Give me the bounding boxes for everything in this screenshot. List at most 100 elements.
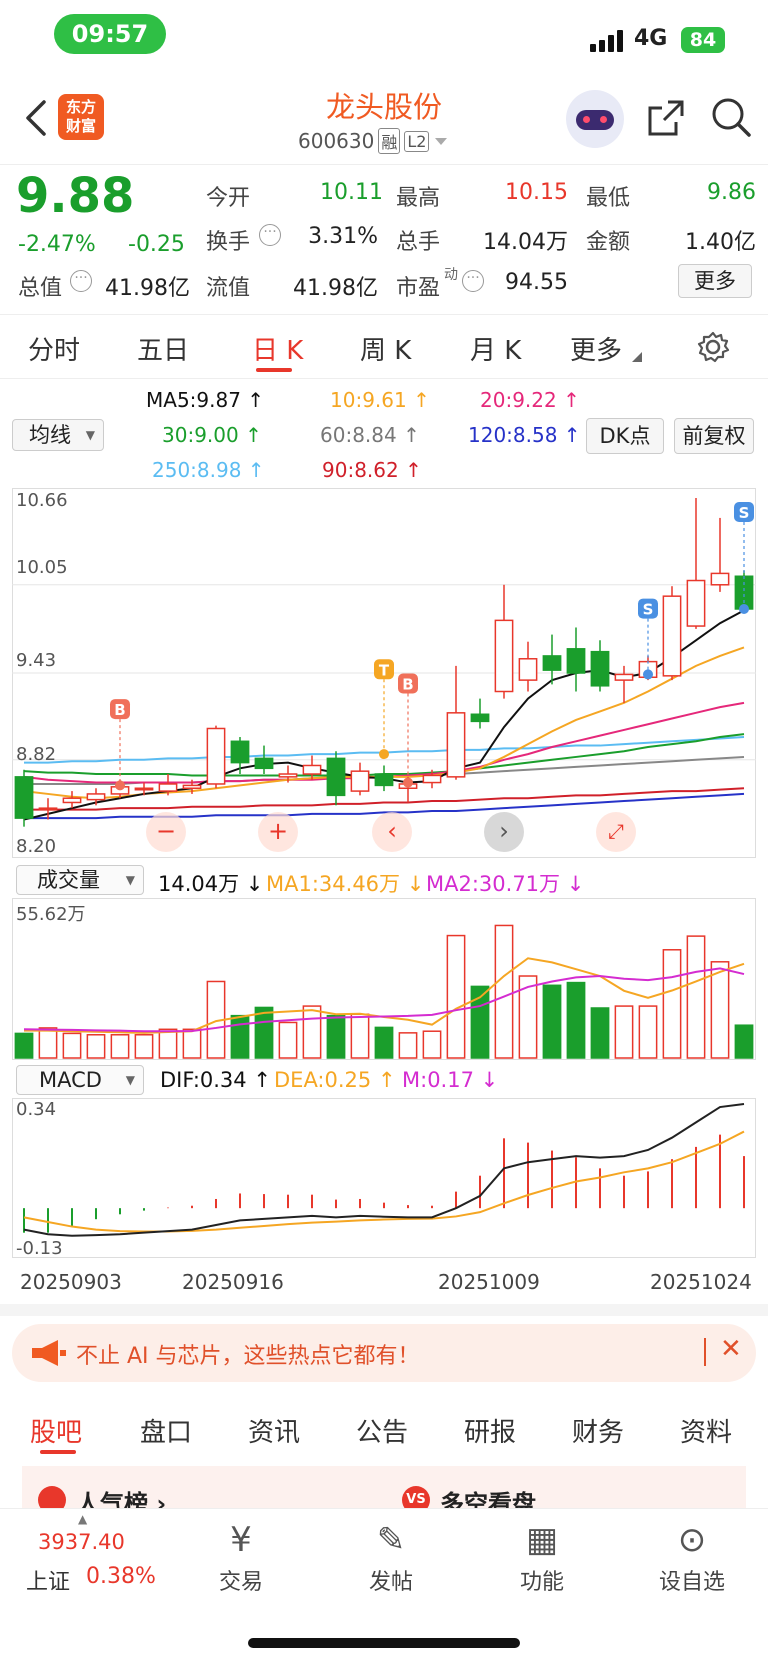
date-label: 20250916	[182, 1270, 284, 1294]
float-value: 41.98亿	[293, 276, 378, 301]
network-type: 4G	[634, 26, 668, 51]
high-value: 10.15	[505, 180, 568, 205]
volume-bar	[374, 1026, 394, 1059]
volume-bar	[446, 934, 466, 1059]
nav-post[interactable]: ✎ 发帖	[331, 1518, 451, 1596]
volume-ma2-line	[23, 967, 745, 1033]
stock-header: 东方 财富 龙头股份 600630 融 L2	[0, 80, 768, 164]
volume-bar	[350, 1013, 370, 1059]
chevron-left-icon[interactable]: ‹	[372, 812, 412, 852]
volume-current: 14.04万 ↓	[158, 872, 264, 896]
candle	[62, 797, 82, 804]
corner-arrow-icon	[632, 352, 642, 362]
stock-name[interactable]: 龙头股份	[234, 84, 534, 126]
macd-dea: DEA:0.25 ↑	[274, 1068, 396, 1092]
volume-bar	[38, 1027, 58, 1059]
macd-dif: DIF:0.34 ↑	[160, 1068, 271, 1092]
promo-banner[interactable]: 不止 AI 与芯片，这些热点它都有！ ✕	[12, 1324, 756, 1382]
adjust-button[interactable]: 前复权	[674, 418, 754, 454]
zoom-out-button[interactable]: −	[146, 812, 186, 852]
macd-chart[interactable]	[12, 1098, 756, 1258]
info-icon[interactable]: ···	[259, 224, 281, 246]
volume-label: 总手	[396, 230, 441, 255]
tab-news[interactable]: 资讯	[248, 1412, 300, 1449]
volume-bar	[542, 984, 562, 1059]
tab-profile[interactable]: 资料	[680, 1412, 732, 1449]
marker-dot	[403, 777, 413, 788]
ma90-line	[24, 787, 745, 811]
low-value: 9.86	[707, 180, 756, 205]
volume-bar	[686, 935, 706, 1059]
indicator-select[interactable]: 均线 ▼	[12, 419, 104, 451]
nav-functions[interactable]: ▦ 功能	[482, 1518, 602, 1596]
tab-more[interactable]: 更多	[570, 330, 622, 367]
tab-indicator	[256, 368, 292, 372]
index-value[interactable]: 3937.40	[38, 1530, 125, 1554]
volume-bar	[110, 1034, 130, 1059]
nav-add-watchlist[interactable]: ⊙ 设自选	[632, 1518, 752, 1596]
candle	[158, 783, 178, 792]
kline-y-tick: 8.82	[16, 744, 57, 765]
kline-chart[interactable]: BTBSS	[12, 488, 756, 858]
stock-code-row[interactable]: 600630 融 L2	[298, 128, 449, 154]
tab-forum[interactable]: 股吧	[30, 1412, 82, 1449]
tab-weekly-k[interactable]: 周 K	[360, 330, 411, 367]
nav-trade[interactable]: ¥ 交易	[181, 1518, 301, 1596]
zoom-in-button[interactable]: +	[258, 812, 298, 852]
volume-chart[interactable]	[12, 898, 756, 1060]
info-icon[interactable]: ···	[462, 270, 484, 292]
volume-bar	[614, 1005, 634, 1059]
chevron-down-icon: ▼	[85, 428, 95, 442]
volume-bar	[710, 961, 730, 1059]
divider	[0, 378, 768, 379]
marker-dot	[379, 749, 389, 760]
logo-line1: 东方	[65, 98, 96, 116]
promo-text: 不止 AI 与芯片，这些热点它都有！	[76, 1344, 420, 1369]
volume-ma2: MA2:30.71万 ↓	[426, 872, 585, 896]
back-icon[interactable]	[24, 98, 48, 138]
candle	[542, 655, 562, 671]
share-icon[interactable]	[646, 98, 686, 138]
margin-badge: 融	[378, 128, 401, 154]
volume-bar	[254, 1006, 274, 1059]
info-icon[interactable]: ···	[70, 270, 92, 292]
candle	[230, 740, 250, 764]
ma120-value: 120:8.58 ↑	[468, 423, 581, 447]
macd-y-max: 0.34	[16, 1099, 57, 1120]
divider	[0, 164, 768, 165]
high-label: 最高	[396, 186, 441, 211]
open-value: 10.11	[320, 180, 383, 205]
mcap-value: 41.98亿	[105, 276, 190, 301]
tab-announcements[interactable]: 公告	[356, 1412, 408, 1449]
chevron-right-icon[interactable]: ›	[484, 812, 524, 852]
dk-point-button[interactable]: DK点	[586, 418, 664, 454]
tab-orderbook[interactable]: 盘口	[140, 1412, 192, 1449]
battery-icon: 84	[681, 27, 725, 53]
app-root: { "status":{"time":"09:57","network":"4G…	[0, 0, 768, 1663]
volume-bar	[278, 1021, 298, 1059]
settings-icon[interactable]	[696, 330, 730, 364]
volume-bar	[14, 1032, 34, 1059]
tab-intraday[interactable]: 分时	[28, 330, 80, 367]
ai-assistant-icon[interactable]	[566, 90, 624, 148]
tab-daily-k[interactable]: 日 K	[252, 330, 303, 367]
fullscreen-icon[interactable]: ⤢	[596, 812, 636, 852]
date-label: 20251009	[438, 1270, 540, 1294]
more-quote-button[interactable]: 更多	[678, 264, 752, 298]
tab-five-day[interactable]: 五日	[137, 330, 189, 367]
ma250-value: 250:8.98 ↑	[152, 458, 265, 482]
battery-level: 84	[689, 29, 717, 51]
macd-select-label: MACD	[39, 1068, 102, 1092]
volume-select-label: 成交量	[37, 868, 100, 892]
tab-monthly-k[interactable]: 月 K	[470, 330, 521, 367]
divider	[0, 314, 768, 315]
volume-select[interactable]: 成交量 ▼	[16, 865, 144, 895]
close-icon[interactable]: ✕	[720, 1334, 742, 1364]
pe-sup: 动	[444, 267, 458, 283]
macd-select[interactable]: MACD ▼	[16, 1065, 144, 1095]
tab-finance[interactable]: 财务	[572, 1412, 624, 1449]
tab-research[interactable]: 研报	[464, 1412, 516, 1449]
candle	[326, 757, 346, 797]
search-icon[interactable]	[710, 96, 752, 138]
nav-label: 交易	[218, 1570, 263, 1595]
